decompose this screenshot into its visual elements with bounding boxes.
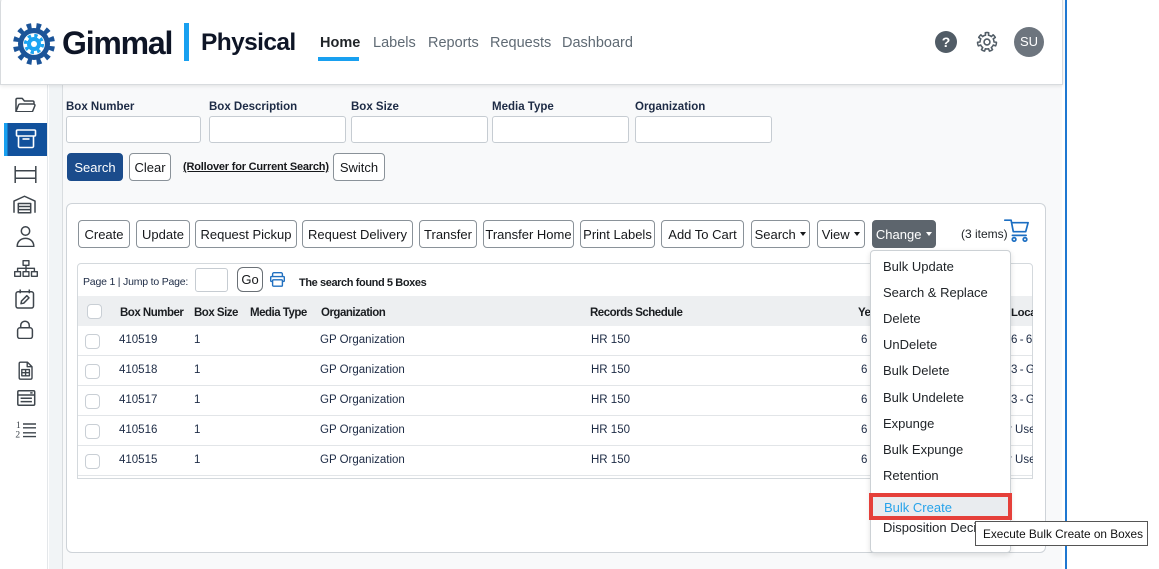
svg-text:2: 2 bbox=[15, 430, 20, 439]
